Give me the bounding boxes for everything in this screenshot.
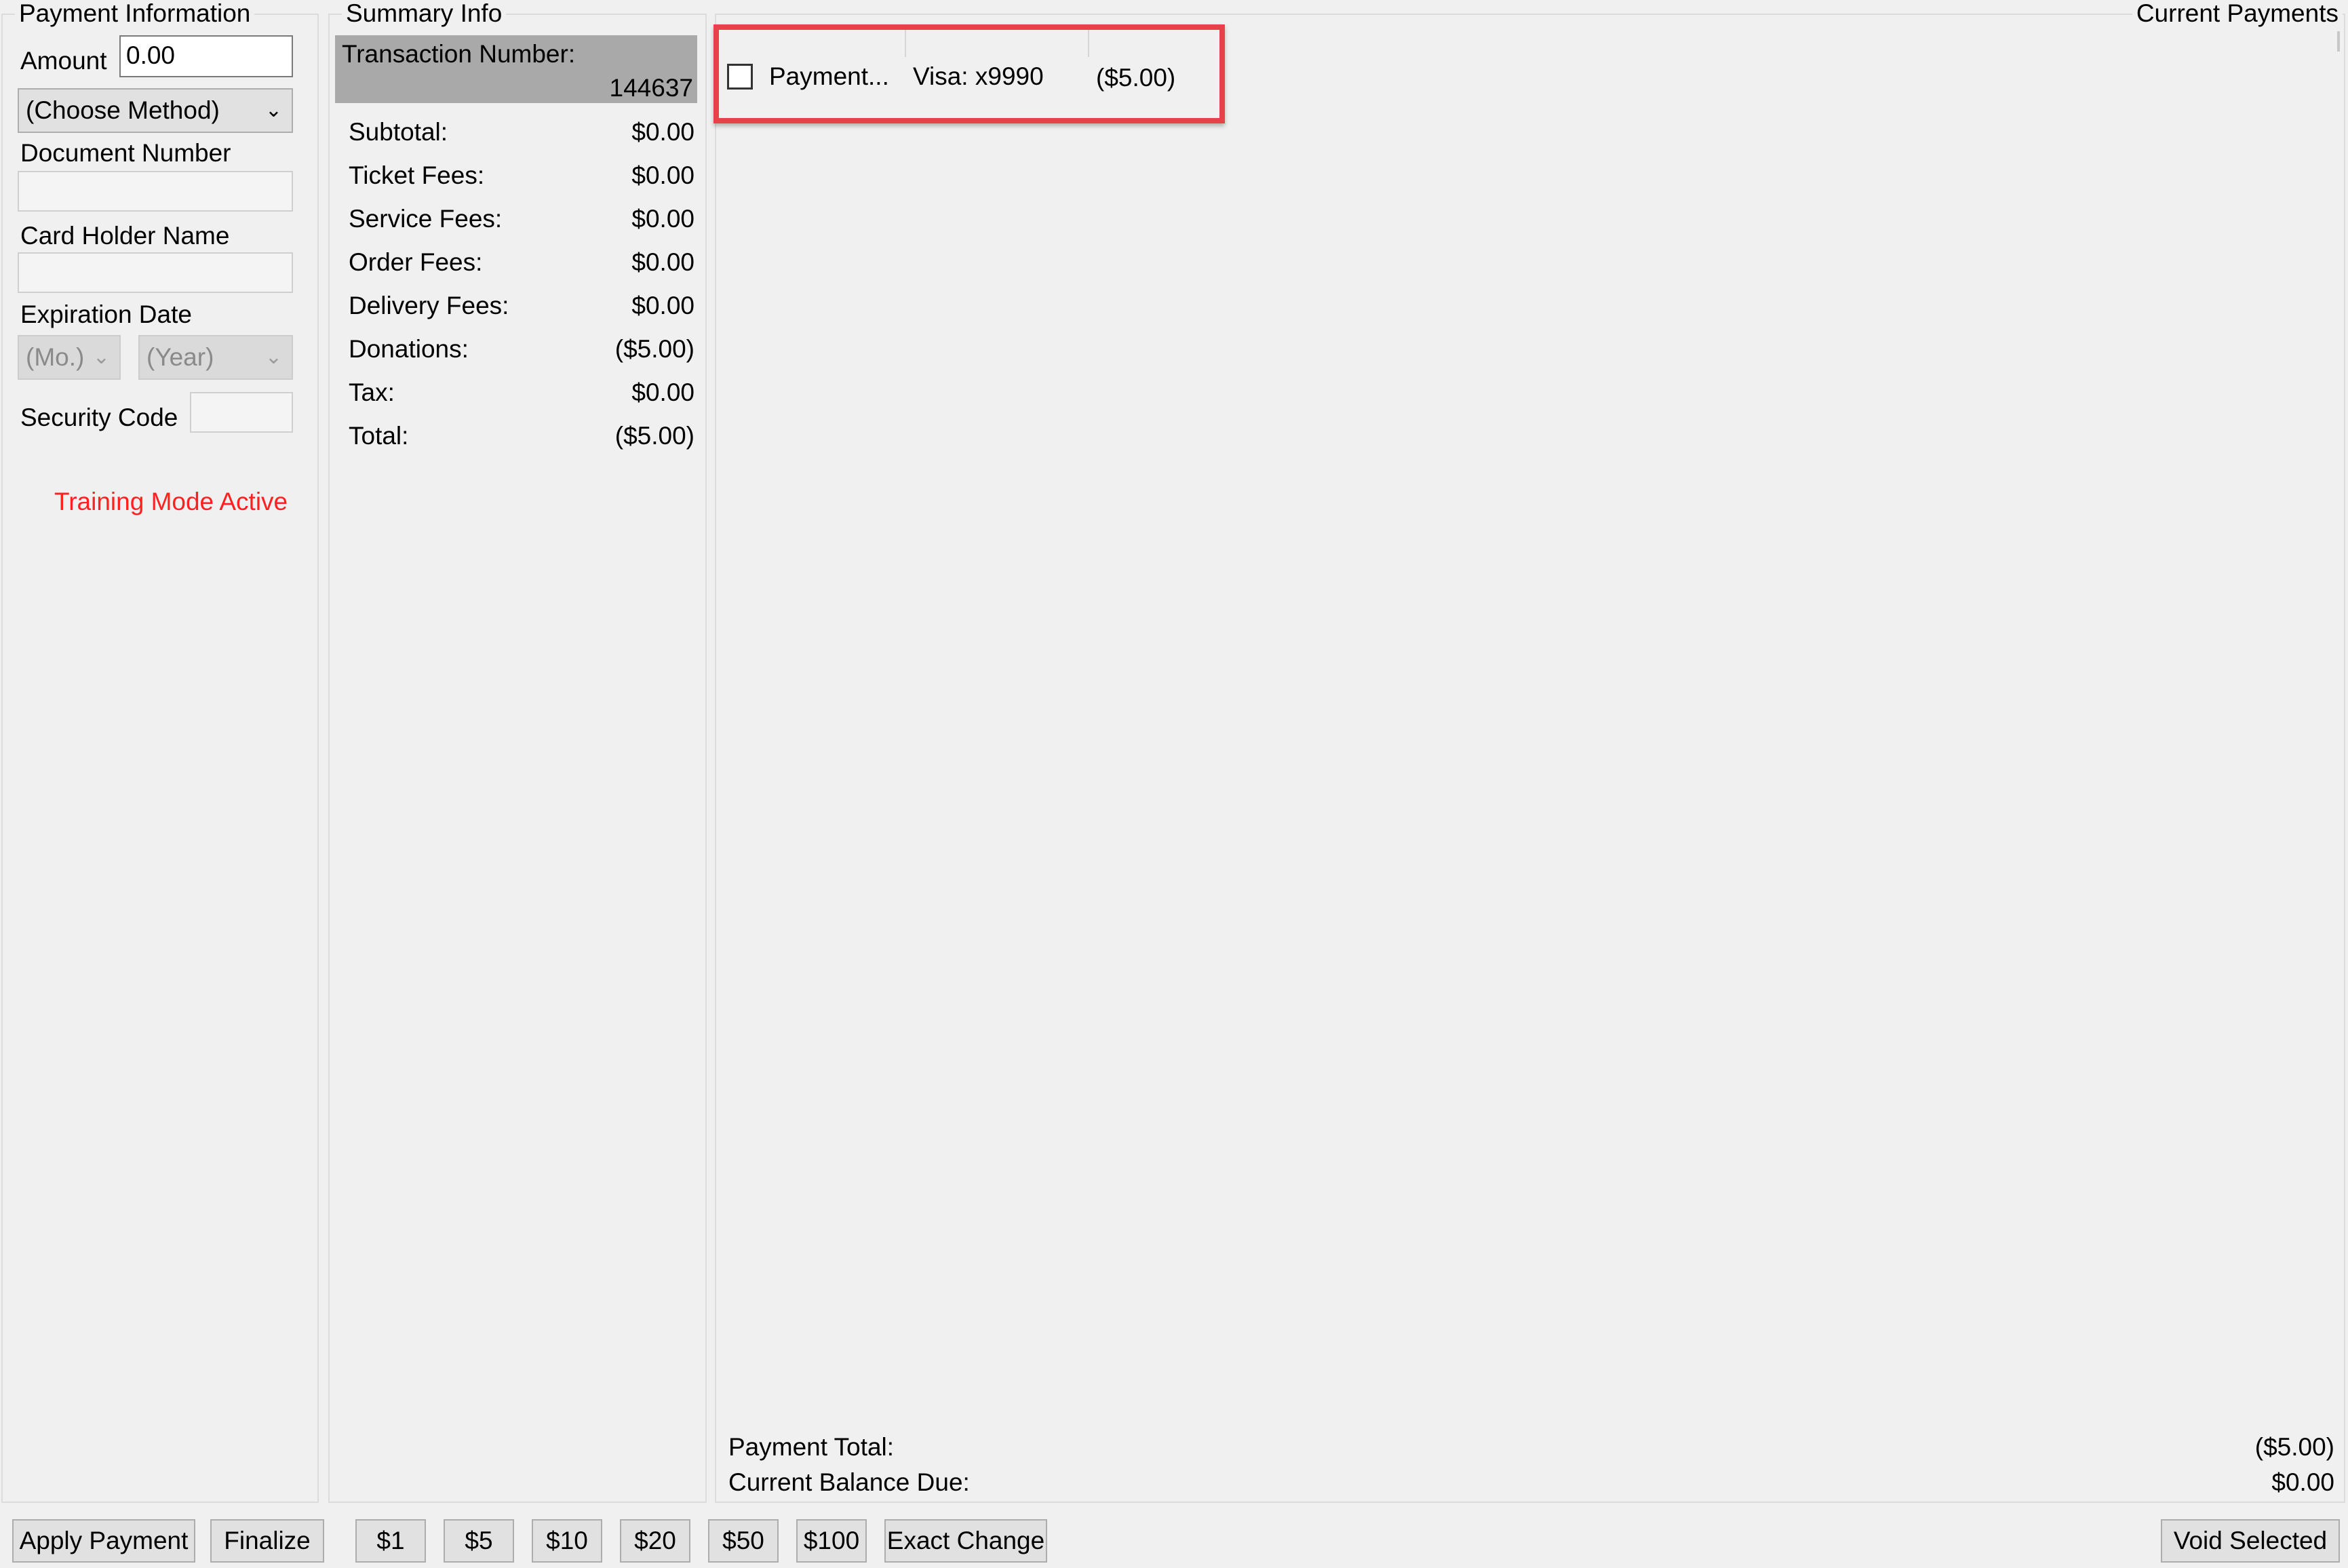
quick-amount-10-button[interactable]: $10: [532, 1519, 602, 1563]
payments-list: Payment... Visa: x9990 ($5.00): [722, 27, 2336, 1424]
chevron-down-icon: ⌄: [265, 346, 282, 368]
chevron-down-icon: ⌄: [92, 346, 110, 368]
quick-amount-5-button[interactable]: $5: [444, 1519, 514, 1563]
security-code-label: Security Code: [20, 404, 178, 431]
quick-amount-50-button[interactable]: $50: [708, 1519, 779, 1563]
summary-row: Total: ($5.00): [349, 419, 694, 453]
balance-due-value: $0.00: [2271, 1468, 2334, 1496]
amount-input[interactable]: 0.00: [119, 35, 293, 77]
summary-row: Donations: ($5.00): [349, 332, 694, 366]
summary-row-value: $0.00: [631, 248, 694, 276]
summary-row-label: Ticket Fees:: [349, 161, 485, 189]
summary-info-title: Summary Info: [342, 0, 507, 27]
summary-row-value: $0.00: [631, 378, 694, 406]
summary-row: Tax: $0.00: [349, 376, 694, 410]
summary-row-label: Donations:: [349, 335, 469, 363]
summary-row: Subtotal: $0.00: [349, 115, 694, 149]
summary-row: Order Fees: $0.00: [349, 246, 694, 279]
payment-information-title: Payment Information: [15, 0, 255, 27]
summary-row-value: $0.00: [631, 161, 694, 189]
apply-payment-button[interactable]: Apply Payment: [12, 1519, 195, 1563]
quick-amount-20-button[interactable]: $20: [620, 1519, 690, 1563]
training-mode-status: Training Mode Active: [54, 488, 288, 515]
transaction-number-value: 144637: [609, 74, 693, 102]
summary-row-value: ($5.00): [614, 422, 694, 450]
transaction-number-label: Transaction Number:: [342, 40, 576, 68]
quick-amount-1-button[interactable]: $1: [355, 1519, 426, 1563]
security-code-input[interactable]: [190, 392, 293, 433]
quick-amount-100-button[interactable]: $100: [796, 1519, 867, 1563]
expiration-date-label: Expiration Date: [20, 300, 192, 328]
document-number-label: Document Number: [20, 139, 231, 167]
chevron-down-icon: ⌄: [265, 99, 282, 121]
highlight-box: [713, 24, 1225, 123]
scrollbar-stub[interactable]: [2337, 31, 2340, 52]
expiration-year-select[interactable]: (Year) ⌄: [138, 335, 293, 380]
summary-row: Delivery Fees: $0.00: [349, 289, 694, 323]
finalize-button[interactable]: Finalize: [210, 1519, 324, 1563]
summary-row-label: Delivery Fees:: [349, 292, 509, 319]
payment-total-label: Payment Total:: [728, 1433, 895, 1461]
expiration-month-value: (Mo.): [26, 343, 85, 371]
card-holder-name-label: Card Holder Name: [20, 222, 230, 250]
payment-total-value: ($5.00): [2254, 1433, 2334, 1461]
void-selected-button[interactable]: Void Selected: [2161, 1519, 2340, 1563]
expiration-year-value: (Year): [146, 343, 214, 371]
summary-row-value: ($5.00): [614, 335, 694, 363]
summary-info-group: [328, 14, 707, 1503]
summary-row-value: $0.00: [631, 292, 694, 319]
summary-row-value: $0.00: [631, 118, 694, 146]
summary-row-label: Tax:: [349, 378, 395, 406]
summary-row: Ticket Fees: $0.00: [349, 159, 694, 193]
balance-due-label: Current Balance Due:: [728, 1468, 970, 1496]
summary-row: Service Fees: $0.00: [349, 202, 694, 236]
summary-row-label: Order Fees:: [349, 248, 483, 276]
summary-row-value: $0.00: [631, 205, 694, 233]
payment-method-value: (Choose Method): [26, 96, 220, 124]
expiration-month-select[interactable]: (Mo.) ⌄: [18, 335, 121, 380]
card-holder-name-input[interactable]: [18, 252, 293, 293]
exact-change-button[interactable]: Exact Change: [884, 1519, 1047, 1563]
current-payments-title: Current Payments: [2132, 0, 2343, 27]
summary-row-label: Subtotal:: [349, 118, 448, 146]
document-number-input[interactable]: [18, 171, 293, 212]
amount-label: Amount: [20, 47, 107, 75]
payment-method-select[interactable]: (Choose Method) ⌄: [18, 88, 293, 133]
summary-row-label: Service Fees:: [349, 205, 503, 233]
transaction-header: Transaction Number: 144637: [335, 35, 697, 103]
summary-row-label: Total:: [349, 422, 409, 450]
